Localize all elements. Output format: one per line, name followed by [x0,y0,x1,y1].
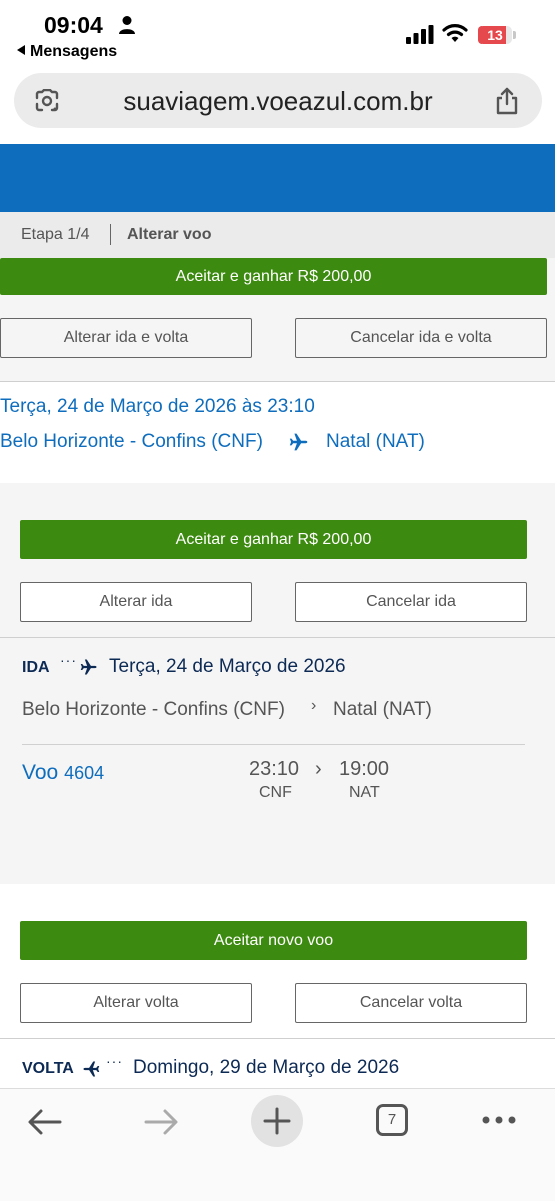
accept-new-flight-button[interactable]: Aceitar novo voo [20,921,527,960]
address-bar[interactable]: suaviagem.voeazul.com.br [14,73,542,128]
step-bar: Etapa 1/4 Alterar voo [0,212,555,259]
share-icon[interactable] [494,87,520,115]
summary-origin: Belo Horizonte - Confins (CNF) [0,431,263,452]
volta-date: Domingo, 29 de Março de 2026 [133,1057,400,1078]
change-volta-button[interactable]: Alterar volta [20,983,252,1023]
divider [0,637,555,638]
volta-tag: VOLTA [22,1060,74,1077]
step-indicator: Etapa 1/4 [21,226,90,243]
change-ida-button[interactable]: Alterar ida [20,582,252,622]
chevron-right-icon: › [311,697,317,714]
chevron-right-icon: › [315,758,322,780]
ida-tag: IDA [22,659,50,676]
depart-code: CNF [259,784,292,801]
cellular-signal-icon [406,25,434,44]
step-divider [110,224,111,245]
airplane-icon [80,659,97,675]
dots-icon: ··· [60,652,77,668]
battery-nub [513,31,516,39]
accept-ida-button[interactable]: Aceitar e ganhar R$ 200,00 [20,520,527,559]
flight-prefix: Voo [22,761,59,784]
divider [0,1038,555,1039]
airplane-icon [83,1061,100,1077]
battery-icon: 13 [478,26,512,44]
ida-date: Terça, 24 de Março de 2026 [109,656,346,677]
cancel-ida-button[interactable]: Cancelar ida [295,582,527,622]
cancel-volta-button[interactable]: Cancelar volta [295,983,527,1023]
back-to-app-link[interactable]: Mensagens [17,43,117,61]
back-arrow-icon[interactable] [26,1107,64,1137]
tab-switcher-button[interactable]: 7 [376,1104,408,1136]
step-title: Alterar voo [127,226,212,243]
change-roundtrip-button[interactable]: Alterar ida e volta [0,318,252,358]
cancel-roundtrip-button[interactable]: Cancelar ida e volta [295,318,547,358]
new-tab-button[interactable] [251,1095,303,1147]
site-header-banner [0,144,555,212]
browser-toolbar: 7 [0,1088,555,1201]
wifi-icon [442,24,468,42]
depart-time: 23:10 [249,758,300,780]
more-options-icon[interactable] [482,1115,516,1125]
arrive-code: NAT [349,784,380,801]
divider [22,744,525,745]
flight-number: 4604 [64,763,105,783]
status-bar: 09:04 Mensagens 13 [0,0,555,68]
accept-roundtrip-button[interactable]: Aceitar e ganhar R$ 200,00 [0,258,547,295]
ida-destination: Natal (NAT) [333,699,432,720]
arrive-time: 19:00 [339,758,390,780]
status-time: 09:04 [44,12,103,38]
summary-datetime: Terça, 24 de Março de 2026 às 23:10 [0,396,315,417]
person-icon [119,16,135,34]
url-text[interactable]: suaviagem.voeazul.com.br [14,86,542,117]
back-arrow-icon [17,45,25,55]
back-app-label: Mensagens [30,43,118,60]
forward-arrow-icon[interactable] [142,1107,180,1137]
ida-origin: Belo Horizonte - Confins (CNF) [22,699,285,720]
plus-icon [263,1107,291,1135]
ida-flight-link[interactable]: Voo 4604 [22,761,104,785]
battery-level: 13 [487,27,503,43]
dots-icon: ··· [106,1053,123,1069]
airplane-icon [289,433,308,451]
summary-destination: Natal (NAT) [326,431,425,452]
